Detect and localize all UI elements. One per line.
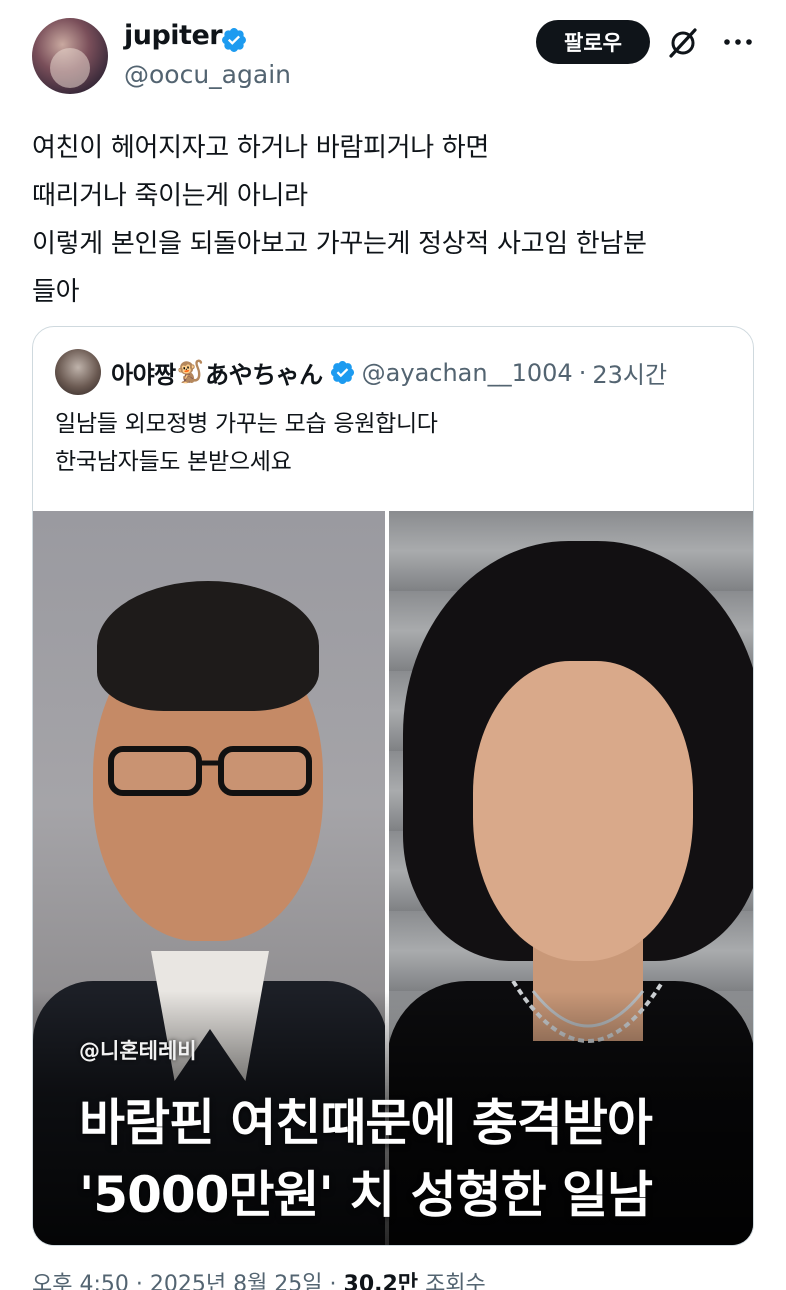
quote-header: 아야짱 🐒 あやちゃん @ayachan__1004 · 23시간 (111, 355, 667, 390)
tweet-line: 여친이 헤어지자고 하거나 바람피거나 하면 (32, 133, 490, 163)
before-hair (97, 581, 319, 711)
view-label: 조회수 (425, 1272, 486, 1290)
avatar[interactable] (32, 18, 108, 94)
quote-display-name-jp[interactable]: あやちゃん (205, 355, 323, 390)
quote-display-name[interactable]: 아야짱 (111, 355, 176, 390)
verified-badge-icon (222, 28, 246, 52)
quote-tweet-card[interactable]: 아야짱 🐒 あやちゃん @ayachan__1004 · 23시간 일남들 외모… (32, 326, 754, 1246)
tweet-meta: 오후 4:50 · 2025년 8월 25일 · 30.2만 조회수 (32, 1266, 486, 1290)
after-face (473, 661, 693, 961)
more-horizontal-icon[interactable] (722, 32, 754, 52)
monkey-emoji-icon: 🐒 (176, 360, 205, 385)
quote-line: 일남들 외모정병 가꾸는 모습 응원합니다 (55, 411, 438, 437)
quote-handle[interactable]: @ayachan__1004 (362, 359, 573, 387)
glasses-graphic (108, 746, 312, 796)
tweet-line: 때리거나 죽이는게 아니라 (32, 181, 308, 211)
media-watermark: @니혼테레비 (79, 1039, 197, 1063)
quote-line: 한국남자들도 본받으세요 (55, 449, 292, 475)
grok-slash-icon[interactable] (666, 26, 700, 60)
tweet-line: 들아 (32, 277, 80, 307)
quote-media-image[interactable]: @니혼테레비 바람핀 여친때문에 충격받아 '5000만원' 치 성형한 일남 (33, 511, 753, 1245)
media-caption-line1: 바람핀 여친때문에 충격받아 (79, 1094, 653, 1152)
quote-timestamp[interactable]: 23시간 (592, 355, 667, 390)
tweet-line: 이렇게 본인을 되돌아보고 가꾸는게 정상적 사고임 한남분 (32, 229, 647, 259)
author-display-name[interactable]: jupiter (124, 20, 223, 51)
separator-dot: · (578, 358, 587, 387)
author-handle[interactable]: @oocu_again (124, 60, 291, 89)
tweet-text: 여친이 헤어지자고 하거나 바람피거나 하면 때리거나 죽이는게 아니라 이렇게… (32, 124, 752, 316)
quote-avatar[interactable] (55, 349, 101, 395)
tweet-timestamp[interactable]: 오후 4:50 · 2025년 8월 25일 · (32, 1272, 337, 1290)
view-count: 30.2만 (343, 1272, 419, 1290)
quote-text: 일남들 외모정병 가꾸는 모습 응원합니다 한국남자들도 본받으세요 (55, 405, 438, 481)
follow-button[interactable]: 팔로우 (536, 20, 650, 64)
media-caption-line2: '5000만원' 치 성형한 일남 (79, 1166, 653, 1224)
verified-badge-icon (330, 360, 354, 385)
